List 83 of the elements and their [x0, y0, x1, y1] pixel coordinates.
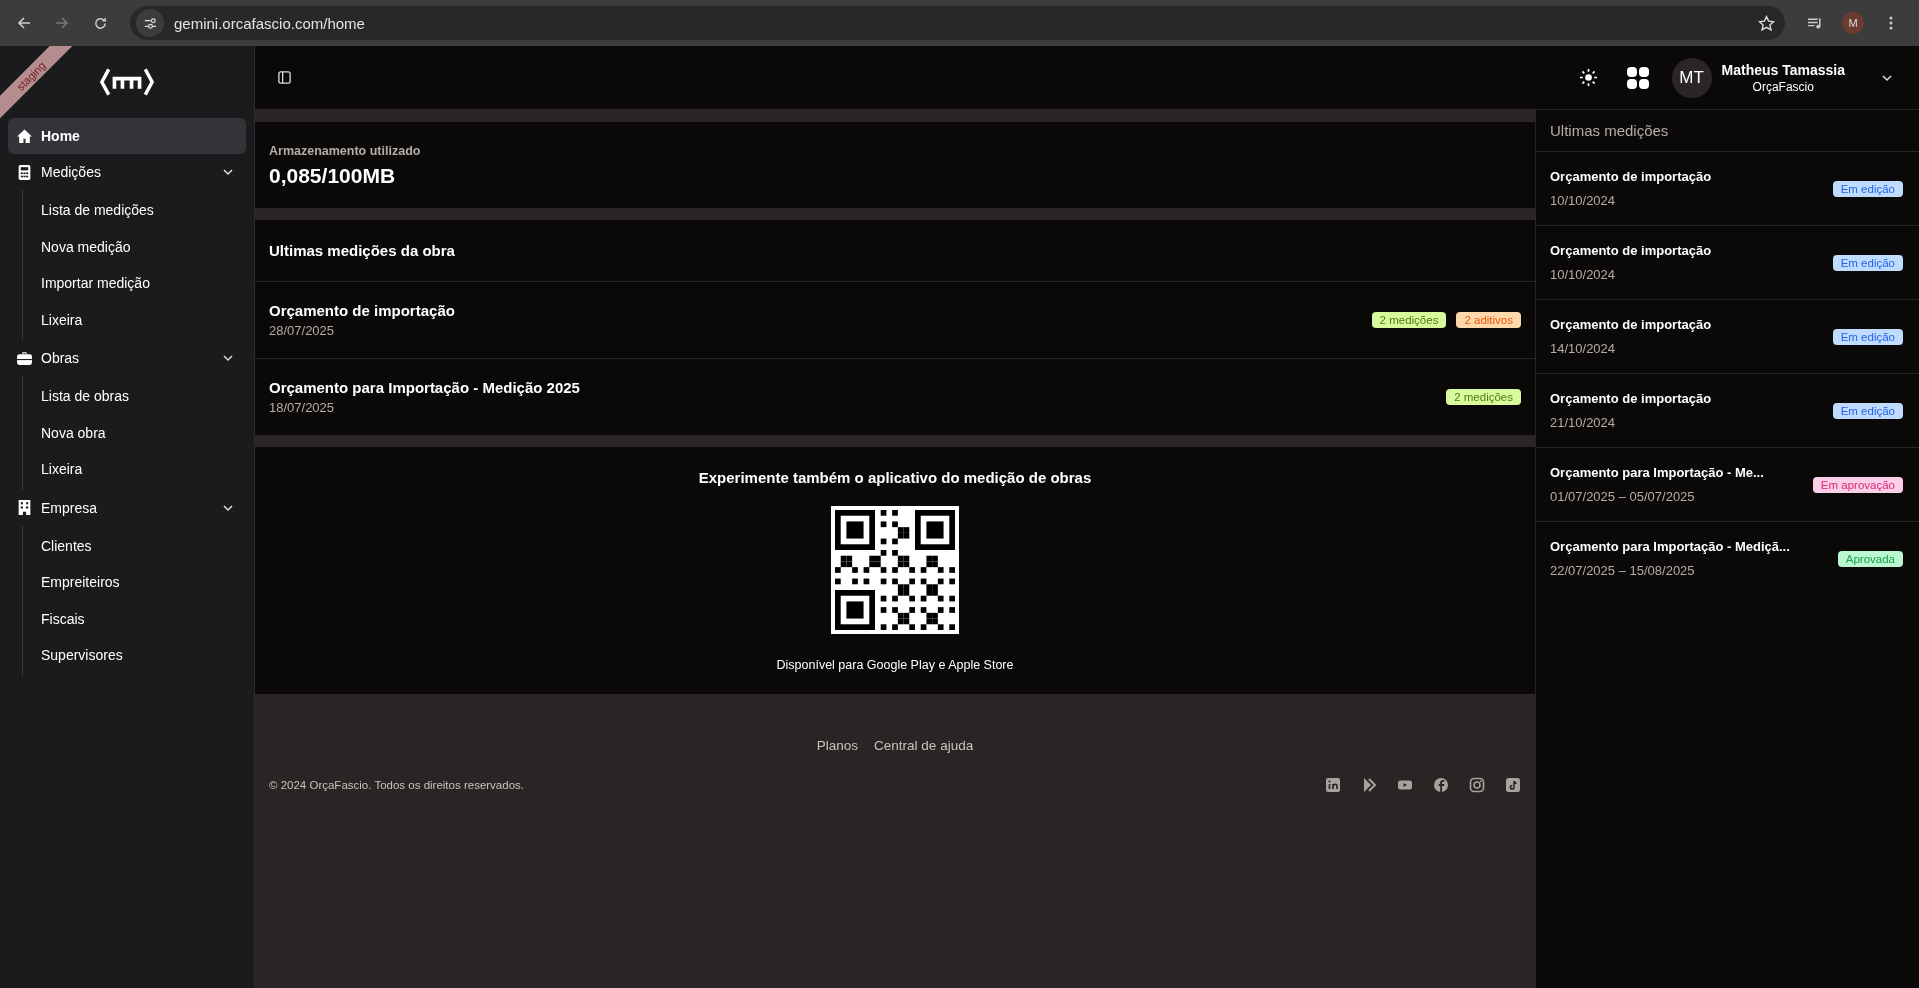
measurement-date: 28/07/2025	[269, 323, 336, 338]
status-tag: Em edição	[1832, 180, 1903, 197]
nav-subitem[interactable]: Lista de obras	[23, 378, 129, 415]
nav-subitem[interactable]: Nova medição	[23, 228, 131, 265]
sidebar-panel-icon	[277, 70, 292, 85]
play-store-icon[interactable]	[1361, 777, 1377, 793]
building-icon	[16, 499, 33, 516]
measurement-row[interactable]: Orçamento de importação 10/10/2024 Em edição	[1536, 226, 1919, 300]
measurement-date: 10/10/2024	[1550, 193, 1617, 208]
calculator-icon	[16, 163, 33, 181]
measurement-title: Orçamento de importação	[1550, 317, 1713, 332]
user-menu-button[interactable]: MT Matheus Tamassia OrçaFascio	[1671, 57, 1893, 98]
promo-title: Experimente também o aplicativo do medição de obras	[698, 469, 1092, 486]
user-avatar: MT	[1671, 57, 1712, 98]
nav-subitem[interactable]: Fiscais	[23, 600, 85, 637]
status-tag: Em edição	[1832, 328, 1903, 345]
measurement-title: Orçamento de importação	[1550, 391, 1713, 406]
measurement-row[interactable]: Orçamento para Importação - Mediçã... 22/07/2025 – 15/08/2025 Aprovada	[1536, 522, 1919, 595]
measurement-date: 01/07/2025 – 05/07/2025	[1550, 489, 1696, 504]
facebook-icon[interactable]	[1433, 777, 1449, 793]
tiktok-icon[interactable]	[1505, 777, 1521, 793]
instagram-icon[interactable]	[1469, 777, 1485, 793]
measurement-title: Orçamento para Importação - Me...	[1550, 465, 1765, 480]
measurement-title: Orçamento para Importação - Medição 2025	[269, 379, 581, 396]
address-bar[interactable]: gemini.orcafascio.com/home	[130, 6, 1785, 40]
measurement-date: 10/10/2024	[1550, 267, 1617, 282]
site-settings-icon	[142, 15, 158, 31]
measurement-title: Orçamento de importação	[1550, 243, 1713, 258]
measurement-row[interactable]: Orçamento de importação 28/07/2025 2 medições 2 aditivos	[255, 282, 1535, 359]
reload-icon	[92, 15, 108, 31]
count-tag: 2 aditivos	[1456, 312, 1521, 328]
measurement-title: Orçamento de importação	[1550, 169, 1713, 184]
measurement-row[interactable]: Orçamento de importação 21/10/2024 Em edição	[1536, 374, 1919, 448]
count-tag: 2 medições	[1371, 312, 1447, 328]
footer-link[interactable]: Planos	[816, 738, 859, 753]
nav-item[interactable]: Home	[8, 118, 246, 154]
promo-caption: Disponível para Google Play e Apple Store	[776, 658, 1014, 672]
nav-subitem[interactable]: Lista de medições	[23, 192, 154, 229]
back-arrow-icon	[16, 15, 32, 31]
linkedin-icon[interactable]	[1325, 777, 1341, 793]
url-text: gemini.orcafascio.com/home	[174, 14, 366, 32]
storage-label: Armazenamento utilizado	[269, 144, 422, 158]
chevron-down-icon	[222, 166, 234, 178]
storage-value: 0,085/100MB	[269, 164, 397, 188]
bookmark-star-icon[interactable]	[1758, 14, 1775, 32]
nav-subitem[interactable]: Lixeira	[23, 451, 83, 488]
nav-subitem[interactable]: Supervisores	[23, 637, 123, 674]
kebab-menu-icon	[1889, 15, 1893, 31]
profile-button[interactable]: M	[1837, 7, 1869, 39]
measurement-row[interactable]: Orçamento de importação 14/10/2024 Em edição	[1536, 300, 1919, 374]
measurement-date: 21/10/2024	[1550, 415, 1617, 430]
chevron-down-icon	[222, 352, 234, 364]
home-icon	[16, 127, 33, 145]
measurement-title: Orçamento para Importação - Mediçã...	[1550, 539, 1791, 554]
forward-arrow-icon	[54, 15, 70, 31]
nav-item[interactable]: Obras	[8, 340, 246, 376]
status-tag: Em aprovação	[1812, 476, 1903, 493]
grid-icon	[1625, 65, 1650, 90]
nav-subitem[interactable]: Clientes	[23, 527, 92, 564]
measurement-date: 14/10/2024	[1550, 341, 1617, 356]
copyright-text: © 2024 OrçaFascio. Todos os direitos reservados.	[269, 779, 525, 791]
status-tag: Em edição	[1832, 402, 1903, 419]
measurement-date: 18/07/2025	[269, 400, 336, 415]
measurement-row[interactable]: Orçamento para Importação - Medição 2025 18/07/2025 2 medições	[255, 359, 1535, 435]
section-title: Ultimas medições da obra	[255, 220, 1535, 282]
sun-icon	[1578, 68, 1598, 87]
measurement-date: 22/07/2025 – 15/08/2025	[1550, 563, 1696, 578]
measurement-title: Orçamento de importação	[269, 302, 456, 319]
nav-item[interactable]: Empresa	[8, 489, 246, 526]
nav-subitem[interactable]: Nova obra	[23, 414, 106, 451]
measurement-row[interactable]: Orçamento para Importação - Me... 01/07/2025 – 05/07/2025 Em aprovação	[1536, 448, 1919, 522]
measurement-row[interactable]: Orçamento de importação 10/10/2024 Em edição	[1536, 152, 1919, 226]
nav-subitem[interactable]: Empreiteiros	[23, 564, 120, 601]
count-tag: 2 medições	[1446, 389, 1521, 405]
nav-subitem[interactable]: Lixeira	[23, 301, 83, 338]
status-tag: Aprovada	[1837, 550, 1903, 567]
briefcase-icon	[16, 349, 33, 367]
nav-item[interactable]: Medições	[8, 154, 246, 190]
brand-logo	[99, 66, 155, 98]
nav-subitem[interactable]: Importar medição	[23, 265, 150, 302]
footer-link[interactable]: Central de ajuda	[874, 738, 974, 753]
status-tag: Em edição	[1832, 254, 1903, 271]
panel-title: Ultimas medições	[1536, 110, 1919, 152]
